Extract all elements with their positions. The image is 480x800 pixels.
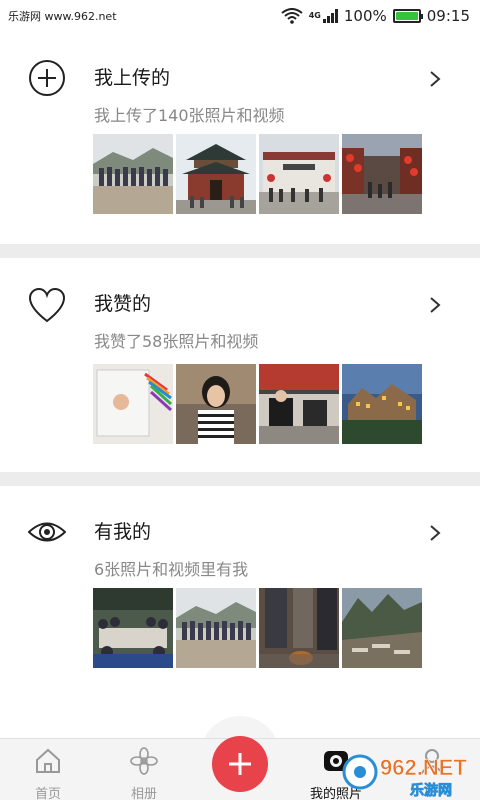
- network-type: 4G: [308, 11, 321, 20]
- photo-thumbnail[interactable]: [176, 364, 256, 444]
- photo-thumbnail[interactable]: [342, 134, 422, 214]
- chevron-right-icon[interactable]: [428, 523, 442, 543]
- nav-label: 首页: [34, 787, 61, 800]
- section-divider: [0, 244, 480, 258]
- heart-icon: [28, 287, 66, 323]
- photo-thumbnail[interactable]: [176, 588, 256, 668]
- wifi-icon: [281, 8, 303, 24]
- battery-percent: 100%: [343, 7, 387, 25]
- signal-icon: [322, 9, 338, 23]
- photo-thumbnail[interactable]: [93, 134, 173, 214]
- camera-icon: [324, 751, 348, 771]
- nav-label: 相册: [130, 787, 157, 800]
- flower-icon: [130, 747, 158, 775]
- battery-icon: [392, 9, 423, 23]
- nav-item-my-photos[interactable]: 我的照片: [288, 739, 384, 800]
- thumbnail-row: [93, 364, 422, 444]
- plus-circle-icon: [29, 60, 65, 96]
- status-icons: 4G 100% 09:15: [281, 7, 470, 25]
- section-likes[interactable]: 我赞的 我赞了58张照片和视频: [0, 258, 480, 472]
- nav-item-profile[interactable]: [384, 739, 480, 800]
- watermark-text: 乐游网 www.962.net: [8, 10, 117, 23]
- photo-thumbnail[interactable]: [259, 134, 339, 214]
- nav-label: 我的照片: [309, 787, 362, 800]
- photo-thumbnail[interactable]: [259, 588, 339, 668]
- photo-thumbnail[interactable]: [176, 134, 256, 214]
- chevron-right-icon[interactable]: [428, 69, 442, 89]
- photo-thumbnail[interactable]: [259, 364, 339, 444]
- home-icon: [36, 748, 60, 773]
- chevron-right-icon[interactable]: [428, 295, 442, 315]
- photo-thumbnail[interactable]: [93, 588, 173, 668]
- photo-thumbnail[interactable]: [342, 588, 422, 668]
- status-bar: 乐游网 www.962.net 4G 100% 09:15: [0, 0, 480, 32]
- section-subtitle: 我赞了58张照片和视频: [94, 332, 259, 351]
- section-title: 我上传的: [94, 67, 171, 89]
- section-subtitle: 6张照片和视频里有我: [94, 560, 249, 579]
- clock: 09:15: [426, 7, 470, 25]
- eye-icon: [28, 522, 66, 542]
- section-title: 我赞的: [94, 293, 152, 315]
- section-with-me[interactable]: 有我的 6张照片和视频里有我: [0, 486, 480, 686]
- section-title: 有我的: [94, 521, 152, 543]
- section-uploads[interactable]: 我上传的 我上传了140张照片和视频: [0, 32, 480, 246]
- nav-item-home[interactable]: 首页: [0, 739, 96, 800]
- plus-icon: [229, 753, 251, 775]
- thumbnail-row: [93, 134, 422, 214]
- thumbnail-row: [93, 588, 422, 668]
- photo-thumbnail[interactable]: [93, 364, 173, 444]
- section-divider: [0, 472, 480, 486]
- person-icon: [420, 749, 444, 775]
- photo-thumbnail[interactable]: [342, 364, 422, 444]
- section-subtitle: 我上传了140张照片和视频: [94, 106, 285, 125]
- upload-fab-button[interactable]: [212, 736, 268, 792]
- nav-item-albums[interactable]: 相册: [96, 739, 192, 800]
